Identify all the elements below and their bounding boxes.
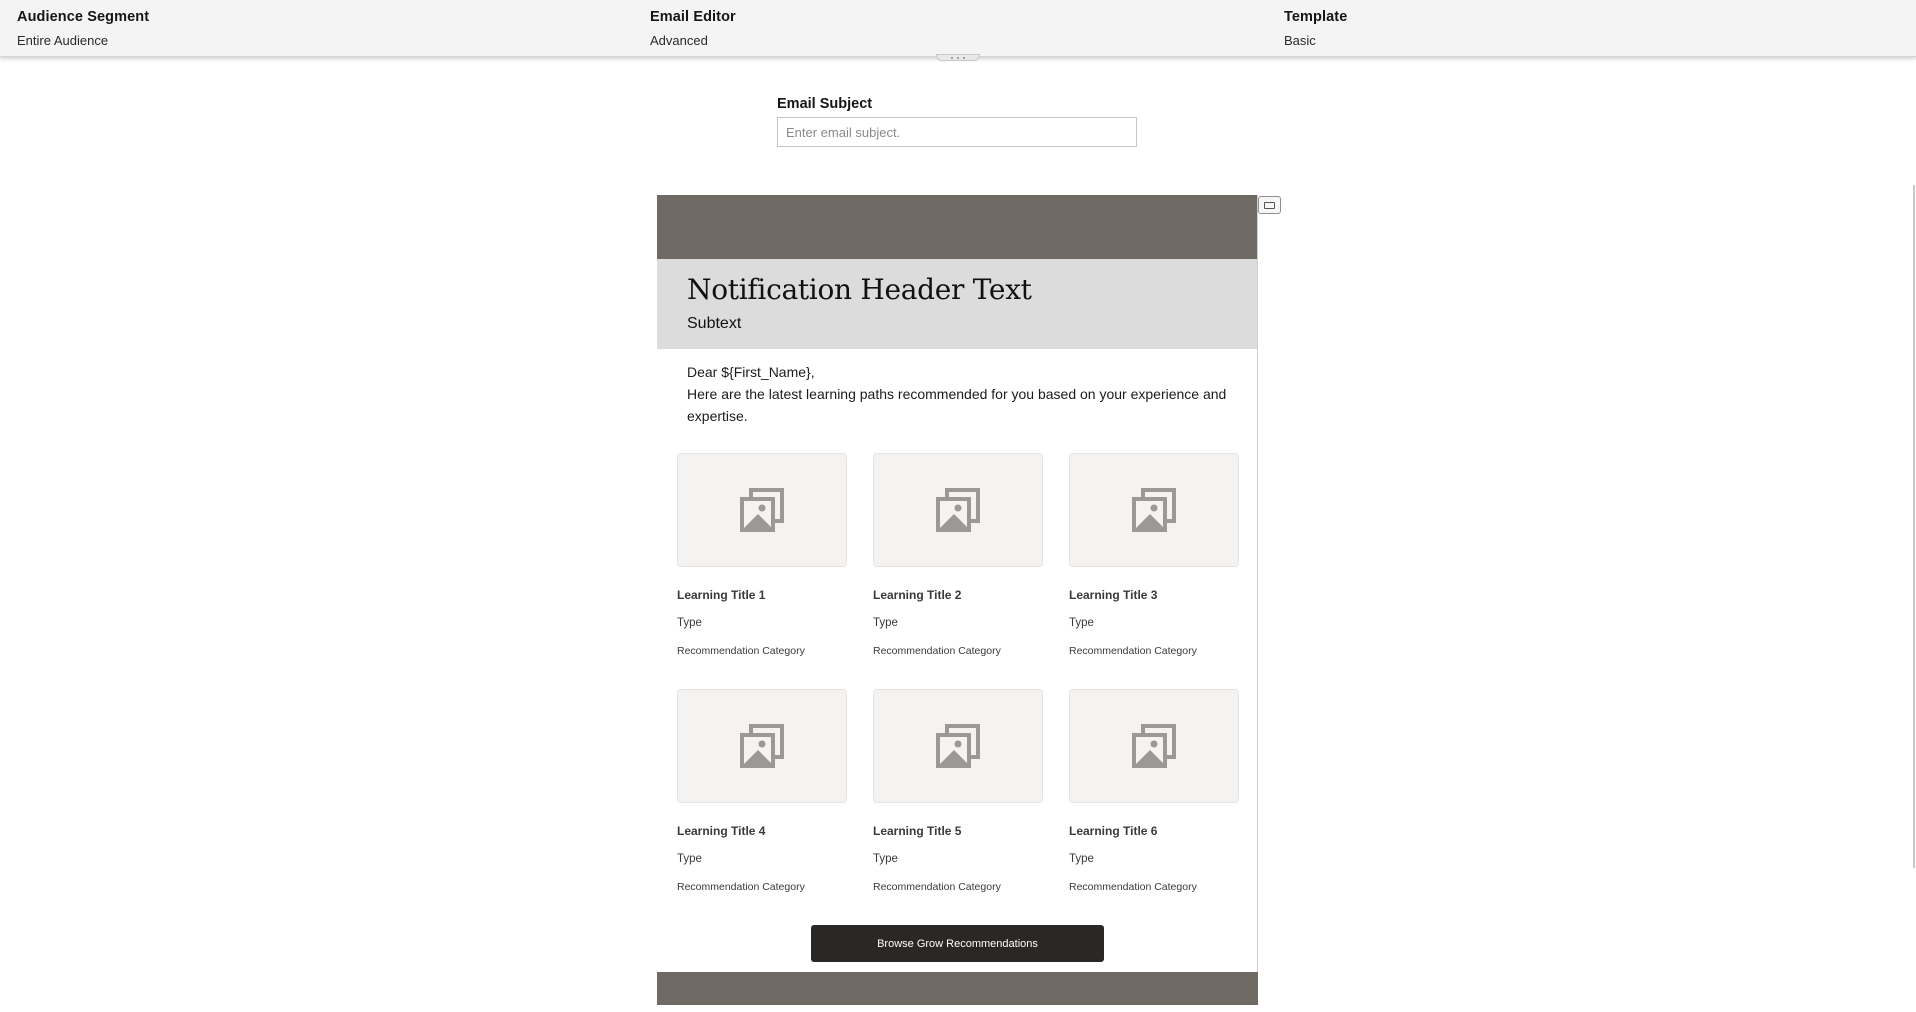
learning-type: Type — [873, 853, 898, 865]
learning-card[interactable]: Learning Title 1 Type Recommendation Cat… — [677, 453, 847, 689]
recommendation-category: Recommendation Category — [873, 645, 1001, 657]
header-title[interactable]: Notification Header Text — [687, 273, 1227, 306]
learning-card[interactable]: Learning Title 6 Type Recommendation Cat… — [1069, 689, 1239, 925]
email-canvas: Notification Header Text Subtext Dear ${… — [657, 195, 1258, 1005]
learning-type: Type — [873, 617, 898, 629]
learning-title: Learning Title 5 — [873, 824, 962, 838]
preview-toggle-icon[interactable] — [1258, 196, 1281, 214]
handle-dot-icon — [957, 56, 959, 59]
image-placeholder-icon — [1132, 724, 1176, 768]
handle-dot-icon — [963, 56, 965, 59]
learning-card[interactable]: Learning Title 3 Type Recommendation Cat… — [1069, 453, 1239, 689]
template-value[interactable]: Basic — [1284, 33, 1347, 48]
image-placeholder-icon[interactable] — [677, 453, 847, 567]
email-top-band — [657, 195, 1257, 259]
learning-title: Learning Title 3 — [1069, 588, 1158, 602]
intro-text: Here are the latest learning paths recom… — [687, 386, 1227, 424]
settings-bar: Audience Segment Entire Audience Email E… — [0, 0, 1916, 57]
template-label: Template — [1284, 9, 1348, 25]
email-editor-label: Email Editor — [650, 9, 736, 25]
image-placeholder-icon — [1132, 488, 1176, 532]
recommendation-category: Recommendation Category — [677, 645, 805, 657]
image-placeholder-icon[interactable] — [873, 689, 1043, 803]
template-setting[interactable]: Template Basic — [1284, 9, 1347, 48]
learning-cards-grid: Learning Title 1 Type Recommendation Cat… — [677, 453, 1239, 925]
learning-type: Type — [677, 853, 702, 865]
header-subtext[interactable]: Subtext — [687, 315, 1227, 333]
monitor-icon — [1264, 201, 1275, 209]
email-subject-group: Email Subject — [777, 96, 1138, 147]
recommendation-category: Recommendation Category — [677, 881, 805, 893]
learning-title: Learning Title 2 — [873, 588, 962, 602]
image-placeholder-icon — [740, 488, 784, 532]
email-footer-band — [657, 972, 1258, 1005]
email-header[interactable]: Notification Header Text Subtext — [657, 259, 1257, 349]
email-editor-value[interactable]: Advanced — [650, 33, 736, 48]
image-placeholder-icon — [936, 724, 980, 768]
learning-title: Learning Title 1 — [677, 588, 766, 602]
recommendation-category: Recommendation Category — [1069, 645, 1197, 657]
image-placeholder-icon[interactable] — [1069, 689, 1239, 803]
learning-title: Learning Title 6 — [1069, 824, 1158, 838]
image-placeholder-icon[interactable] — [1069, 453, 1239, 567]
audience-segment-label: Audience Segment — [17, 9, 150, 25]
image-placeholder-icon — [936, 488, 980, 532]
learning-type: Type — [677, 617, 702, 629]
learning-title: Learning Title 4 — [677, 824, 766, 838]
learning-card[interactable]: Learning Title 4 Type Recommendation Cat… — [677, 689, 847, 925]
browse-recommendations-button[interactable]: Browse Grow Recommendations — [811, 925, 1104, 962]
learning-type: Type — [1069, 617, 1094, 629]
collapse-settings-handle[interactable] — [936, 54, 980, 61]
greeting-text: Dear ${First_Name}, — [687, 364, 815, 380]
handle-dot-icon — [951, 56, 953, 59]
image-placeholder-icon — [740, 724, 784, 768]
page-scrollbar[interactable] — [1913, 185, 1915, 868]
email-body-text[interactable]: Dear ${First_Name}, Here are the latest … — [657, 349, 1257, 427]
email-subject-input[interactable] — [777, 117, 1137, 147]
recommendation-category: Recommendation Category — [873, 881, 1001, 893]
email-subject-label: Email Subject — [777, 96, 873, 112]
recommendation-category: Recommendation Category — [1069, 881, 1197, 893]
learning-type: Type — [1069, 853, 1094, 865]
image-placeholder-icon[interactable] — [677, 689, 847, 803]
image-placeholder-icon[interactable] — [873, 453, 1043, 567]
audience-segment-value[interactable]: Entire Audience — [17, 33, 149, 48]
learning-card[interactable]: Learning Title 2 Type Recommendation Cat… — [873, 453, 1043, 689]
audience-segment-setting[interactable]: Audience Segment Entire Audience — [17, 9, 149, 48]
email-editor-setting[interactable]: Email Editor Advanced — [650, 9, 736, 48]
learning-card[interactable]: Learning Title 5 Type Recommendation Cat… — [873, 689, 1043, 925]
